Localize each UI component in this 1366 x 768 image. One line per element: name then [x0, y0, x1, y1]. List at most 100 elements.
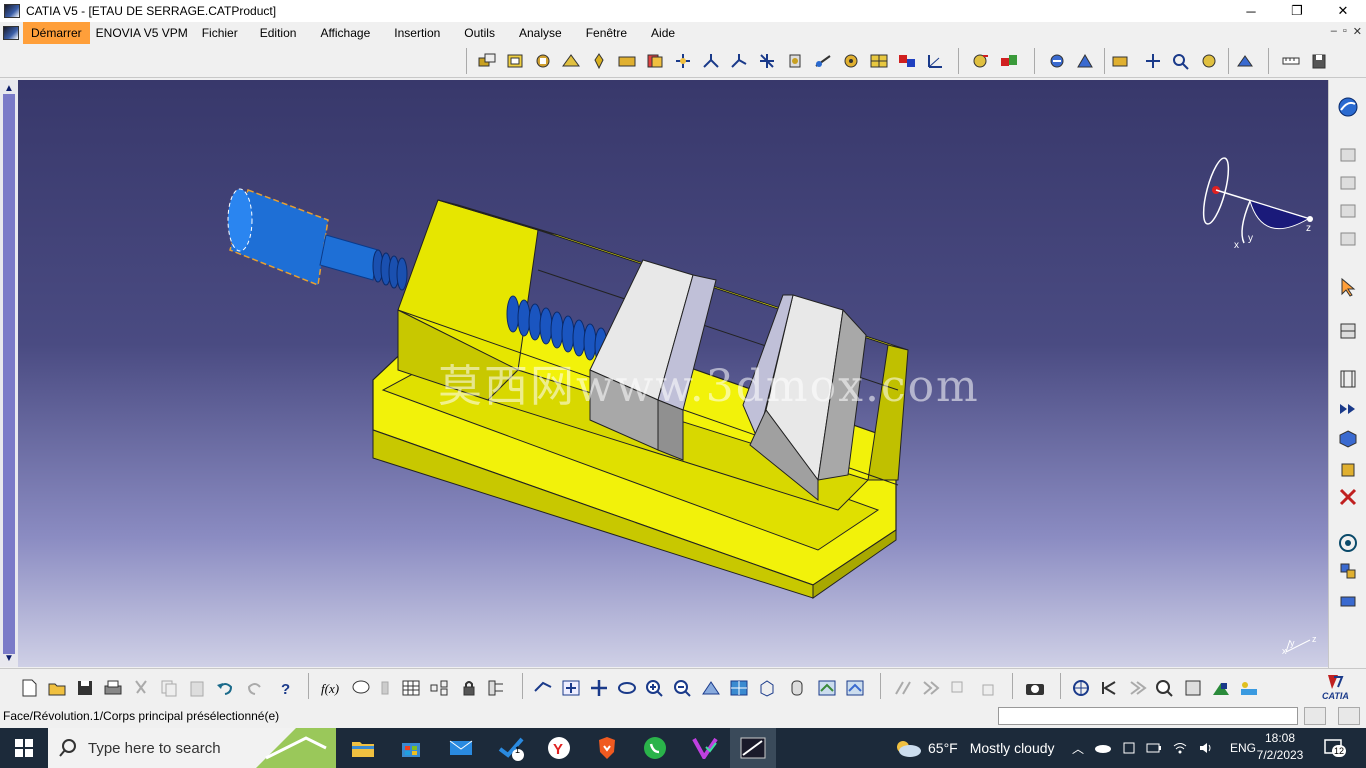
knowledge-icon[interactable] [374, 677, 396, 699]
manipulate-icon[interactable] [672, 50, 694, 72]
part-icon[interactable] [1337, 428, 1359, 450]
clash-analysis-icon[interactable] [1046, 50, 1068, 72]
cylinder-icon[interactable] [1337, 458, 1359, 480]
catia-taskbar-icon[interactable] [730, 728, 776, 768]
doc-restore-button[interactable]: ▫ [1343, 25, 1347, 38]
left-scrollbar[interactable]: ▲ ▼ [0, 80, 18, 667]
taskbar-search-box[interactable]: Type here to search [48, 728, 336, 768]
formula-icon[interactable]: f(x) [320, 677, 342, 699]
fix-component-icon[interactable] [924, 50, 946, 72]
select-arrow-icon[interactable] [1337, 276, 1359, 298]
meet-icon[interactable] [1122, 740, 1136, 756]
catalog-icon-3[interactable] [1337, 200, 1359, 222]
menu-aide[interactable]: Aide [651, 22, 687, 44]
battery-icon[interactable] [1146, 742, 1162, 754]
existing-component-icon[interactable] [532, 50, 554, 72]
catalog-icon-1[interactable] [1337, 144, 1359, 166]
3d-viewport[interactable]: 莫西网www.3dmox.com x y z x y z [18, 80, 1328, 667]
paste-icon[interactable] [186, 677, 208, 699]
new-icon[interactable] [18, 677, 40, 699]
search-zoom-icon[interactable] [1154, 677, 1176, 699]
scroll-up-icon[interactable]: ▲ [2, 82, 16, 94]
help-icon[interactable]: ? [274, 677, 296, 699]
multi-view-icon[interactable] [728, 677, 750, 699]
iso-view-icon[interactable] [756, 677, 778, 699]
menu-fichier[interactable]: Fichier [202, 22, 250, 44]
ruler-icon[interactable] [1280, 50, 1302, 72]
weather-widget[interactable]: 65°F Mostly cloudy [894, 728, 1055, 768]
camera-icon[interactable] [1024, 677, 1046, 699]
start-button[interactable] [0, 728, 48, 768]
power-input-button-2[interactable] [1338, 707, 1360, 725]
fly-mode-icon[interactable] [532, 677, 554, 699]
menu-enovia[interactable]: ENOVIA V5 VPM [96, 22, 200, 44]
insert-component-icon[interactable] [504, 50, 526, 72]
rewind-icon[interactable] [1098, 677, 1120, 699]
stop-manipulate-icon[interactable] [784, 50, 806, 72]
copy-icon[interactable] [158, 677, 180, 699]
forward-icon[interactable] [1126, 677, 1148, 699]
catalog-browser-icon[interactable] [1198, 50, 1220, 72]
save-icon[interactable] [74, 677, 96, 699]
swap-space-icon[interactable] [844, 677, 866, 699]
store-icon[interactable] [388, 728, 434, 768]
snap-icon[interactable] [700, 50, 722, 72]
update-all-icon[interactable] [970, 50, 992, 72]
mail-icon[interactable] [438, 728, 484, 768]
menu-demarrer[interactable]: Démarrer [23, 22, 90, 44]
save-management-icon[interactable] [1308, 50, 1330, 72]
chart-icon[interactable] [1210, 677, 1232, 699]
target-icon[interactable] [1070, 677, 1092, 699]
filter-icon[interactable] [1182, 677, 1204, 699]
print-icon[interactable] [102, 677, 124, 699]
scroll-track[interactable] [3, 94, 15, 654]
compass-widget[interactable]: x y z [1198, 155, 1318, 260]
onedrive-icon[interactable] [1094, 742, 1112, 754]
coincidence-constraint-icon[interactable] [812, 50, 834, 72]
reuse-pattern-icon[interactable] [998, 50, 1020, 72]
rotate-icon[interactable] [616, 677, 638, 699]
yandex-browser-icon[interactable]: Y [536, 728, 582, 768]
minimize-button[interactable]: ─ [1228, 0, 1274, 22]
annotation-icon[interactable] [1142, 50, 1164, 72]
scenes-icon[interactable] [1110, 50, 1132, 72]
redo-icon[interactable] [244, 677, 266, 699]
sectioning-icon[interactable] [1074, 50, 1096, 72]
film-icon[interactable] [1337, 368, 1359, 390]
undo-icon[interactable] [214, 677, 236, 699]
file-explorer-icon[interactable] [340, 728, 386, 768]
menu-analyse[interactable]: Analyse [519, 22, 574, 44]
close-button[interactable]: ✕ [1320, 0, 1366, 22]
power-input-field[interactable] [998, 707, 1298, 725]
explode-icon[interactable] [756, 50, 778, 72]
material-icon[interactable] [1238, 677, 1260, 699]
comment-icon[interactable] [350, 677, 372, 699]
pan-icon[interactable] [588, 677, 610, 699]
constraint-icon[interactable] [1337, 588, 1359, 610]
todo-icon[interactable]: 1 [488, 728, 534, 768]
sketch-icon-1[interactable] [892, 677, 914, 699]
tools-palette-icon[interactable] [1337, 320, 1359, 342]
menu-affichage[interactable]: Affichage [320, 22, 382, 44]
chevron-up-icon[interactable]: ︿ [1072, 740, 1084, 757]
menu-outils[interactable]: Outils [464, 22, 507, 44]
catalog-icon-2[interactable] [1337, 172, 1359, 194]
notification-center-icon[interactable]: 12 [1324, 738, 1347, 758]
smart-move-icon[interactable] [728, 50, 750, 72]
graph-tree-icon[interactable] [588, 50, 610, 72]
power-input-button-1[interactable] [1304, 707, 1326, 725]
hide-show-icon[interactable] [816, 677, 838, 699]
shading-icon[interactable] [786, 677, 808, 699]
product-structure-icon[interactable] [476, 50, 498, 72]
whatsapp-icon[interactable] [632, 728, 678, 768]
normal-view-icon[interactable] [700, 677, 722, 699]
replace-component-icon[interactable] [560, 50, 582, 72]
lock-icon[interactable] [458, 677, 480, 699]
fit-all-icon[interactable] [560, 677, 582, 699]
cut-icon[interactable] [130, 677, 152, 699]
menu-edition[interactable]: Edition [260, 22, 309, 44]
document-icon[interactable] [3, 26, 19, 40]
doc-minimize-button[interactable]: – [1331, 25, 1337, 38]
sketch-icon-2[interactable] [920, 677, 942, 699]
scroll-down-icon[interactable]: ▼ [2, 652, 16, 664]
